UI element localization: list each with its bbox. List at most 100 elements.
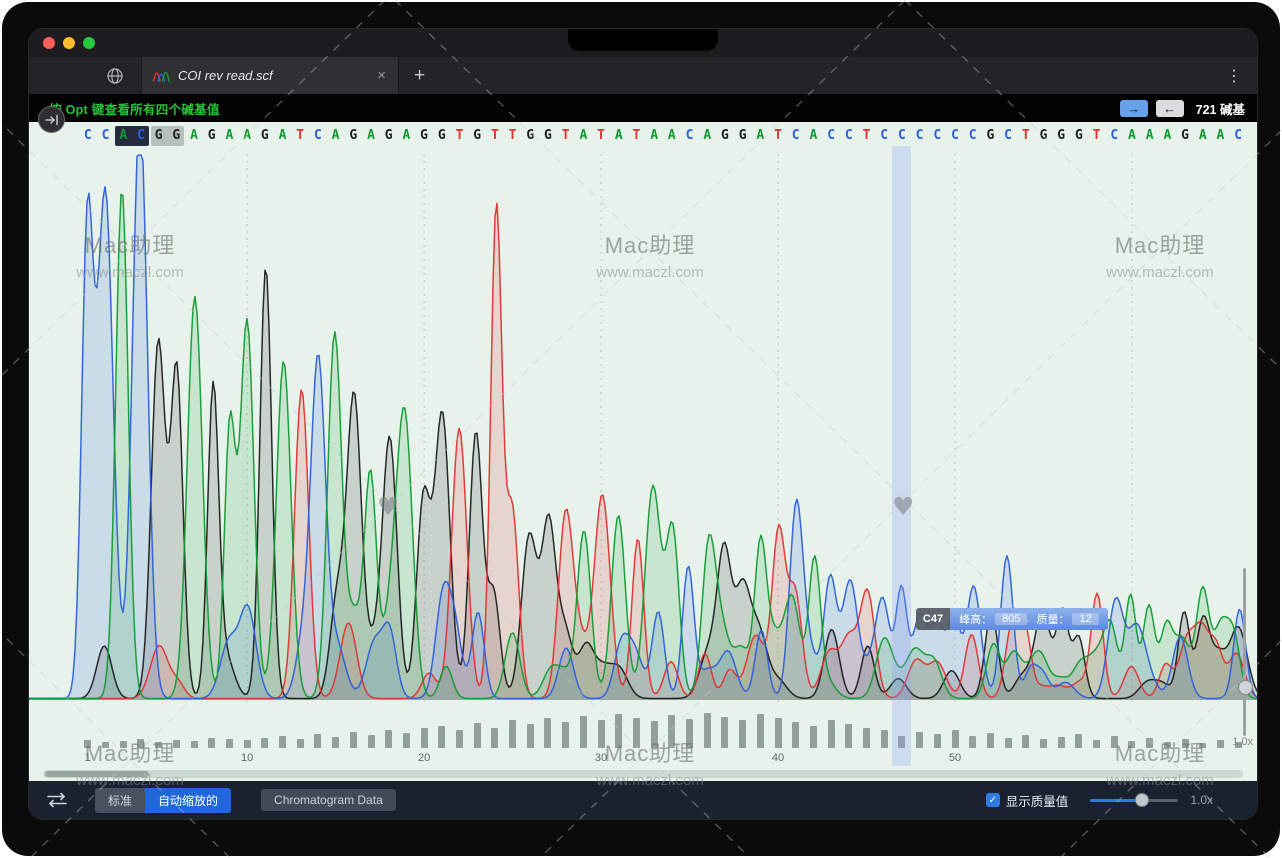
base-letter: T: [628, 127, 644, 145]
tab-coi-rev-read[interactable]: COI rev read.scf ×: [141, 57, 399, 94]
base-letter: C: [133, 127, 149, 145]
sequence-letters[interactable]: CCACGGAGAAGATCAGAGAGGTGTTGGTATATAACAGGAT…: [29, 127, 1257, 147]
base-letter: A: [1195, 127, 1211, 145]
overflow-menu-button[interactable]: ⋮: [1226, 66, 1242, 85]
quality-bar: [704, 713, 711, 748]
quality-bar: [1199, 743, 1206, 748]
camera-notch: [568, 29, 718, 51]
base-letter: A: [611, 127, 627, 145]
standard-scale-button[interactable]: 标准: [95, 788, 145, 813]
quality-bars: [29, 710, 1257, 748]
quality-bar: [1128, 741, 1135, 748]
tab-title: COI rev read.scf: [178, 68, 375, 83]
base-letter: A: [1212, 127, 1228, 145]
base-letter: G: [1053, 127, 1069, 145]
quality-bar: [1146, 738, 1153, 748]
new-tab-button[interactable]: +: [414, 66, 425, 85]
quality-bar: [244, 740, 251, 748]
autoscale-button[interactable]: 自动缩放的: [145, 788, 231, 813]
zoom-window-button[interactable]: [83, 37, 95, 49]
base-letter: G: [345, 127, 361, 145]
base-letter: G: [1035, 127, 1051, 145]
quality-bar: [775, 718, 782, 748]
right-arrow-icon: →: [1127, 102, 1140, 115]
vertical-zoom-thumb[interactable]: [1238, 680, 1253, 695]
base-letter: C: [965, 127, 981, 145]
tab-bar: COI rev read.scf × + ⋮: [29, 57, 1257, 94]
base-letter: G: [469, 127, 485, 145]
base-letter: T: [505, 127, 521, 145]
quality-bar: [1075, 734, 1082, 748]
quality-bar: [845, 724, 852, 748]
show-quality-checkbox[interactable]: ✓: [986, 793, 1000, 807]
quality-bar: [191, 741, 198, 748]
base-letter: T: [1089, 127, 1105, 145]
base-letter: G: [434, 127, 450, 145]
axis-tick-label: 40: [763, 752, 793, 764]
bottom-toolbar: 标准 自动缩放的 Chromatogram Data ✓ 显示质量值 1.0x: [29, 781, 1257, 819]
quality-bar: [1182, 739, 1189, 748]
horizontal-scrollbar[interactable]: [43, 770, 1243, 778]
base-letter: C: [876, 127, 892, 145]
chromatogram-data-button[interactable]: Chromatogram Data: [261, 789, 396, 811]
base-letter: T: [593, 127, 609, 145]
quality-bar: [297, 739, 304, 748]
quality-bar: [474, 723, 481, 748]
zoom-slider[interactable]: [1090, 793, 1178, 807]
peak-height-label: 峰高：: [959, 611, 992, 627]
minimize-window-button[interactable]: [63, 37, 75, 49]
next-base-button[interactable]: →: [1120, 100, 1148, 117]
base-letter: G: [168, 127, 184, 145]
quality-bar: [544, 718, 551, 748]
sidebar-toggle-button[interactable]: [38, 106, 65, 133]
quality-bar: [1164, 742, 1171, 748]
traffic-lights: [43, 37, 95, 49]
base-letter: G: [204, 127, 220, 145]
base-letter: A: [398, 127, 414, 145]
base-letter: C: [682, 127, 698, 145]
quality-bar: [562, 722, 569, 748]
toolbar-right-group: ✓ 显示质量值 1.0x: [986, 791, 1213, 810]
peak-height-value: 805: [995, 613, 1027, 625]
quality-bar: [261, 738, 268, 748]
quality-bar: [421, 728, 428, 748]
quality-bar: [934, 734, 941, 748]
zoom-level-label: 1.0x: [1190, 793, 1213, 807]
base-letter: A: [646, 127, 662, 145]
base-letter: A: [664, 127, 680, 145]
base-letter: A: [328, 127, 344, 145]
vertical-zoom-slider[interactable]: [1243, 568, 1246, 736]
quality-bar: [792, 722, 799, 748]
quality-bar: [739, 720, 746, 748]
quality-bar: [615, 714, 622, 748]
prev-base-button[interactable]: ←: [1156, 100, 1184, 117]
base-letter: G: [522, 127, 538, 145]
quality-bar: [279, 736, 286, 748]
axis-tick-label: 10: [232, 752, 262, 764]
base-letter: A: [221, 127, 237, 145]
base-letter: G: [381, 127, 397, 145]
tooltip-values: 峰高： 805 质量： 12: [950, 608, 1108, 630]
quality-bar: [137, 739, 144, 748]
base-letter: T: [451, 127, 467, 145]
chromatogram-view[interactable]: CCACGGAGAAGATCAGAGAGGTGTTGGTATATAACAGGAT…: [29, 122, 1257, 781]
axis-tick-label: 20: [409, 752, 439, 764]
app-window: COI rev read.scf × + ⋮ 按 Opt 键查看所有四个碱基值 …: [29, 29, 1257, 819]
close-window-button[interactable]: [43, 37, 55, 49]
quality-bar: [226, 739, 233, 748]
show-quality-label: 显示质量值: [1006, 791, 1069, 810]
zoom-slider-thumb[interactable]: [1135, 793, 1149, 807]
base-letter: C: [841, 127, 857, 145]
base-navigation: → ← 721 碱基: [1120, 99, 1245, 118]
base-letter: A: [1124, 127, 1140, 145]
horizontal-scrollbar-thumb[interactable]: [45, 771, 149, 777]
globe-icon[interactable]: [105, 66, 125, 86]
base-letter: C: [98, 127, 114, 145]
quality-bar: [757, 714, 764, 748]
quality-bar: [810, 726, 817, 748]
quality-bar: [155, 742, 162, 748]
close-tab-icon[interactable]: ×: [375, 68, 388, 83]
quality-bar: [1217, 740, 1224, 748]
swap-direction-icon[interactable]: [45, 792, 69, 808]
quality-bar: [403, 733, 410, 748]
